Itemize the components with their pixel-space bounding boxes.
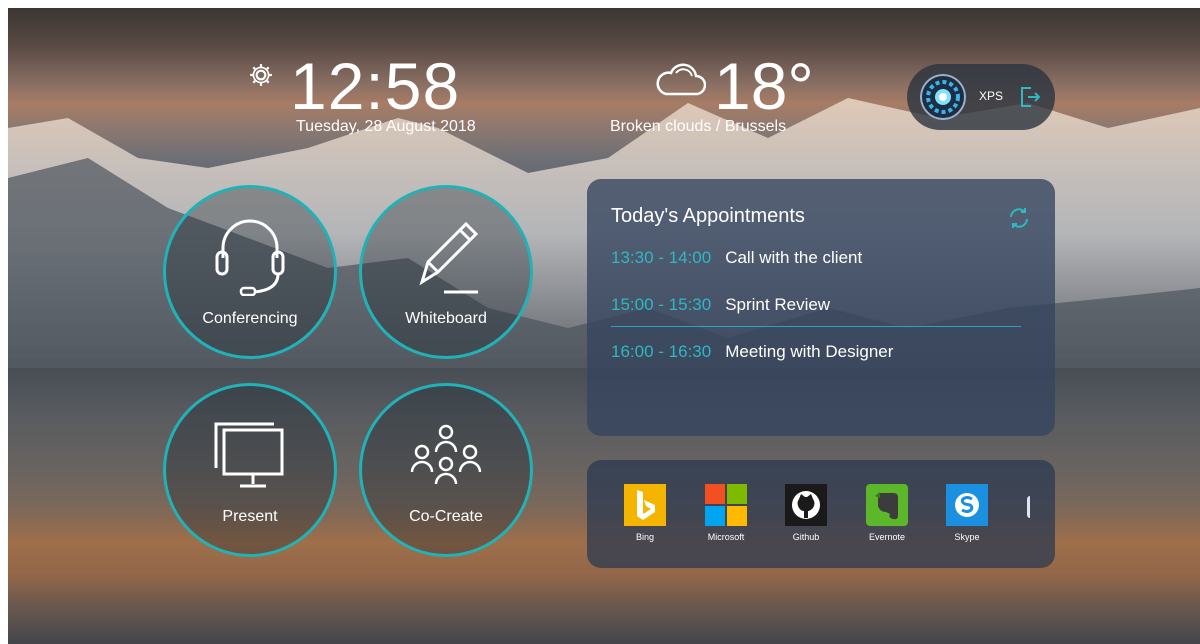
tile-conferencing[interactable]: Conferencing xyxy=(163,185,337,359)
tile-label: Present xyxy=(222,508,278,525)
user-pill[interactable]: XPS xyxy=(907,64,1055,130)
monitor-icon xyxy=(214,422,284,488)
avatar[interactable] xyxy=(920,74,966,120)
user-name: XPS xyxy=(979,89,1004,103)
pencil-icon xyxy=(419,221,479,294)
app-label: Bing xyxy=(635,532,654,542)
people-icon xyxy=(410,424,482,485)
appointment-divider xyxy=(611,326,1021,327)
appointment-title: Call with the client xyxy=(725,248,863,267)
appointment-time: 16:00 - 16:30 xyxy=(611,342,712,361)
app-bing[interactable]: Bing xyxy=(610,484,680,542)
weather-temperature: 18° xyxy=(714,49,814,123)
logout-icon[interactable] xyxy=(1019,85,1041,109)
refresh-icon[interactable] xyxy=(1007,206,1031,230)
appointment-time: 13:30 - 14:00 xyxy=(611,248,712,267)
clock-time: 12:58 xyxy=(290,49,461,123)
apps-scroll-indicator[interactable] xyxy=(1027,496,1036,518)
app-label: Skype xyxy=(954,532,980,542)
appointments-title: Today's Appointments xyxy=(611,205,805,227)
tile-label: Conferencing xyxy=(202,310,298,327)
app-label: Microsoft xyxy=(707,532,745,542)
app-label: Evernote xyxy=(868,532,906,542)
app-microsoft[interactable]: Microsoft xyxy=(691,484,761,542)
headset-icon xyxy=(215,219,285,296)
cloud-icon xyxy=(656,63,706,96)
clock-widget: 12:58 Tuesday, 28 August 2018 xyxy=(248,49,508,142)
appointment-title: Meeting with Designer xyxy=(725,342,894,361)
tile-co-create[interactable]: Co-Create xyxy=(359,383,533,557)
apps-panel: Bing Microsoft Github Evernote Skype xyxy=(587,460,1055,568)
appointments-panel: Today's Appointments 13:30 - 14:00 Call w… xyxy=(587,179,1055,436)
appointment-item[interactable]: 16:00 - 16:30 Meeting with Designer xyxy=(611,342,893,362)
bing-icon xyxy=(624,484,666,526)
evernote-icon xyxy=(866,484,908,526)
weather-widget: 18° Broken clouds / Brussels xyxy=(610,49,830,142)
appointment-item[interactable]: 13:30 - 14:00 Call with the client xyxy=(611,248,862,268)
microsoft-icon xyxy=(705,484,747,526)
app-evernote[interactable]: Evernote xyxy=(852,484,922,542)
app-label: Github xyxy=(792,532,820,542)
appointment-time: 15:00 - 15:30 xyxy=(611,295,712,314)
weather-condition: Broken clouds / Brussels xyxy=(610,118,787,135)
desktop-background: 12:58 Tuesday, 28 August 2018 18° Broken… xyxy=(8,8,1200,644)
tile-present[interactable]: Present xyxy=(163,383,337,557)
app-skype[interactable]: Skype xyxy=(932,484,1002,542)
app-github[interactable]: Github xyxy=(771,484,841,542)
appointment-item[interactable]: 15:00 - 15:30 Sprint Review xyxy=(611,295,830,315)
clock-date: Tuesday, 28 August 2018 xyxy=(296,118,476,135)
gear-icon[interactable] xyxy=(248,62,274,88)
skype-icon xyxy=(946,484,988,526)
appointment-title: Sprint Review xyxy=(725,295,831,314)
tile-label: Co-Create xyxy=(409,508,483,525)
github-icon xyxy=(785,484,827,526)
tile-label: Whiteboard xyxy=(405,310,487,327)
tile-whiteboard[interactable]: Whiteboard xyxy=(359,185,533,359)
